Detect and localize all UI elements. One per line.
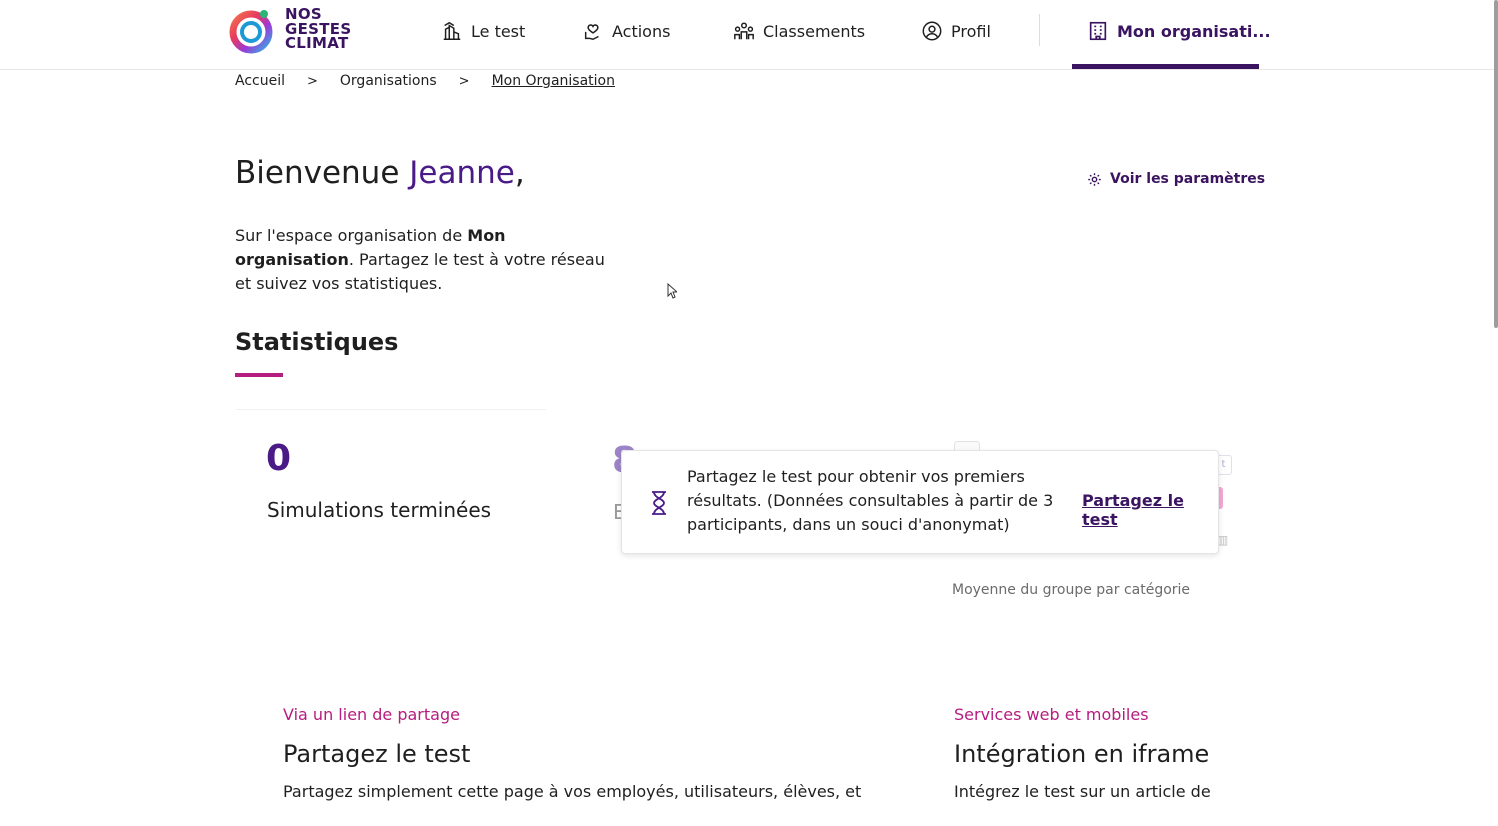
- intro-part: Sur l'espace organisation de: [235, 226, 468, 245]
- nav-profil[interactable]: Profil: [921, 18, 991, 44]
- hourglass-icon: [652, 491, 666, 515]
- share-test-link[interactable]: Partagez le test: [1082, 491, 1218, 529]
- hand-heart-icon: [584, 24, 599, 41]
- share-card-iframe: Services web et mobiles Intégration en i…: [954, 705, 1244, 826]
- breadcrumb-item-accueil[interactable]: Accueil: [235, 73, 285, 89]
- nav-label: Classements: [763, 21, 866, 41]
- logo-text: NOS GESTES CLIMAT: [285, 5, 352, 52]
- intro-text: Sur l'espace organisation de Mon organis…: [235, 224, 615, 296]
- card-description: Intégrez le test sur un article de: [954, 782, 1211, 801]
- heading-underline: [235, 373, 283, 377]
- simulations-count: 0: [266, 438, 292, 479]
- gear-icon: [1088, 172, 1101, 186]
- active-tab-indicator: [1072, 64, 1259, 69]
- simulations-label: Simulations terminées: [267, 498, 492, 522]
- nav-actions[interactable]: Actions: [582, 18, 670, 44]
- people-group-icon: [734, 22, 754, 40]
- statistics-heading: Statistiques: [235, 328, 399, 356]
- scrollbar-thumb[interactable]: [1494, 0, 1498, 328]
- card-divider: [236, 409, 546, 410]
- settings-link[interactable]: Voir les paramètres: [1087, 171, 1265, 187]
- card-eyebrow: Via un lien de partage: [283, 705, 460, 724]
- mouse-cursor-icon: [667, 283, 677, 299]
- nav-label: Le test: [471, 21, 526, 41]
- site-header: NOS GESTES CLIMAT Le test Actions Classe…: [0, 0, 1498, 70]
- chart-caption: Moyenne du groupe par catégorie: [952, 582, 1191, 598]
- nav-mon-organisation[interactable]: Mon organisati...: [1087, 18, 1271, 44]
- card-title: Partagez le test: [283, 740, 471, 768]
- page-title: Bienvenue Jeanne,: [235, 155, 525, 191]
- chevron-right-icon: >: [307, 73, 318, 89]
- nav-le-test[interactable]: Le test: [441, 18, 525, 44]
- nav-classements[interactable]: Classements: [733, 18, 865, 44]
- settings-link-label: Voir les paramètres: [1110, 171, 1266, 187]
- user-circle-icon: [922, 21, 942, 41]
- nav-label: Mon organisati...: [1117, 21, 1271, 41]
- welcome-prefix: Bienvenue: [235, 155, 410, 191]
- user-name: Jeanne: [409, 155, 515, 191]
- nav-label: Profil: [951, 21, 991, 41]
- breadcrumb-item-organisations[interactable]: Organisations: [340, 73, 437, 89]
- share-notice-message: Partagez le test pour obtenir vos premie…: [687, 467, 1054, 534]
- card-eyebrow: Services web et mobiles: [954, 705, 1149, 724]
- nav-divider: [1039, 14, 1040, 46]
- card-description: Partagez simplement cette page à vos emp…: [283, 782, 862, 801]
- chevron-right-icon: >: [458, 73, 470, 89]
- nos-gestes-climat-logo[interactable]: NOS GESTES CLIMAT: [227, 6, 357, 56]
- logo-ring-icon: [229, 10, 273, 54]
- office-building-icon: [1089, 21, 1107, 41]
- breadcrumb: Accueil > Organisations > Mon Organisati…: [235, 73, 615, 89]
- share-card-link: Via un lien de partage Partagez le test …: [283, 705, 862, 826]
- share-notice: Partagez le test pour obtenir vos premie…: [621, 450, 1219, 554]
- welcome-suffix: ,: [514, 155, 525, 191]
- breadcrumb-item-mon-organisation[interactable]: Mon Organisation: [492, 73, 615, 89]
- card-title: Intégration en iframe: [954, 740, 1210, 768]
- chart-building-icon: [443, 21, 461, 40]
- nav-label: Actions: [612, 21, 671, 41]
